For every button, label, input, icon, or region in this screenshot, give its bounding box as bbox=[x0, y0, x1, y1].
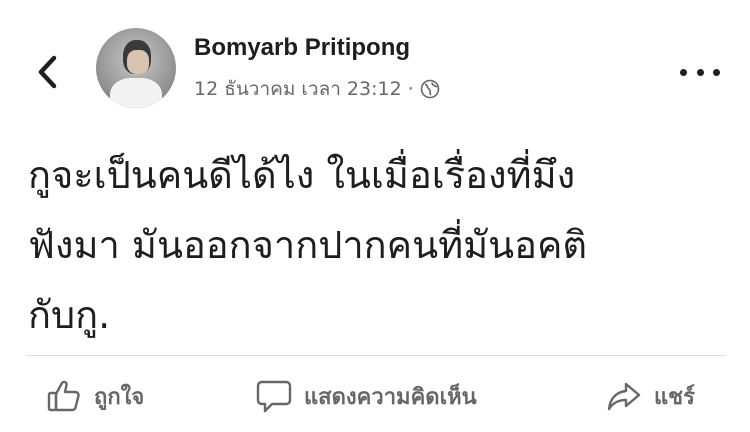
like-label: ถูกใจ bbox=[94, 384, 145, 410]
share-button[interactable]: แชร์ bbox=[606, 376, 695, 416]
share-label: แชร์ bbox=[654, 384, 695, 410]
post-meta: 12 ธันวาคม เวลา 23:12 · bbox=[194, 74, 440, 104]
post-text-line: ฟังมา มันออกจากปากคนที่มันอคติ bbox=[28, 223, 588, 267]
meta-separator: · bbox=[407, 78, 414, 100]
globe-icon bbox=[420, 79, 440, 99]
author-name[interactable]: Bomyarb Pritipong bbox=[194, 34, 410, 62]
share-arrow-icon bbox=[606, 378, 642, 414]
more-horizontal-icon bbox=[680, 68, 687, 76]
back-button[interactable] bbox=[30, 52, 64, 92]
chevron-left-icon bbox=[38, 55, 57, 89]
post-timestamp[interactable]: 12 ธันวาคม เวลา 23:12 bbox=[194, 74, 402, 104]
post-text-line: กูจะเป็นคนดีได้ไง ในเมื่อเรื่องที่มึง bbox=[28, 153, 576, 197]
post-body: กูจะเป็นคนดีได้ไง ในเมื่อเรื่องที่มึง ฟั… bbox=[28, 140, 728, 350]
more-options-button[interactable] bbox=[680, 60, 720, 84]
comment-label: แสดงความคิดเห็น bbox=[304, 384, 477, 410]
action-bar: ถูกใจ แสดงความคิดเห็น แชร์ bbox=[0, 356, 750, 432]
comment-button[interactable]: แสดงความคิดเห็น bbox=[256, 376, 477, 416]
comment-bubble-icon bbox=[256, 378, 292, 414]
post-text-line: กับกู. bbox=[28, 293, 111, 337]
avatar[interactable] bbox=[96, 28, 176, 108]
like-button[interactable]: ถูกใจ bbox=[46, 376, 144, 416]
thumbs-up-icon bbox=[46, 378, 82, 414]
post-header: Bomyarb Pritipong 12 ธันวาคม เวลา 23:12 … bbox=[0, 0, 750, 120]
